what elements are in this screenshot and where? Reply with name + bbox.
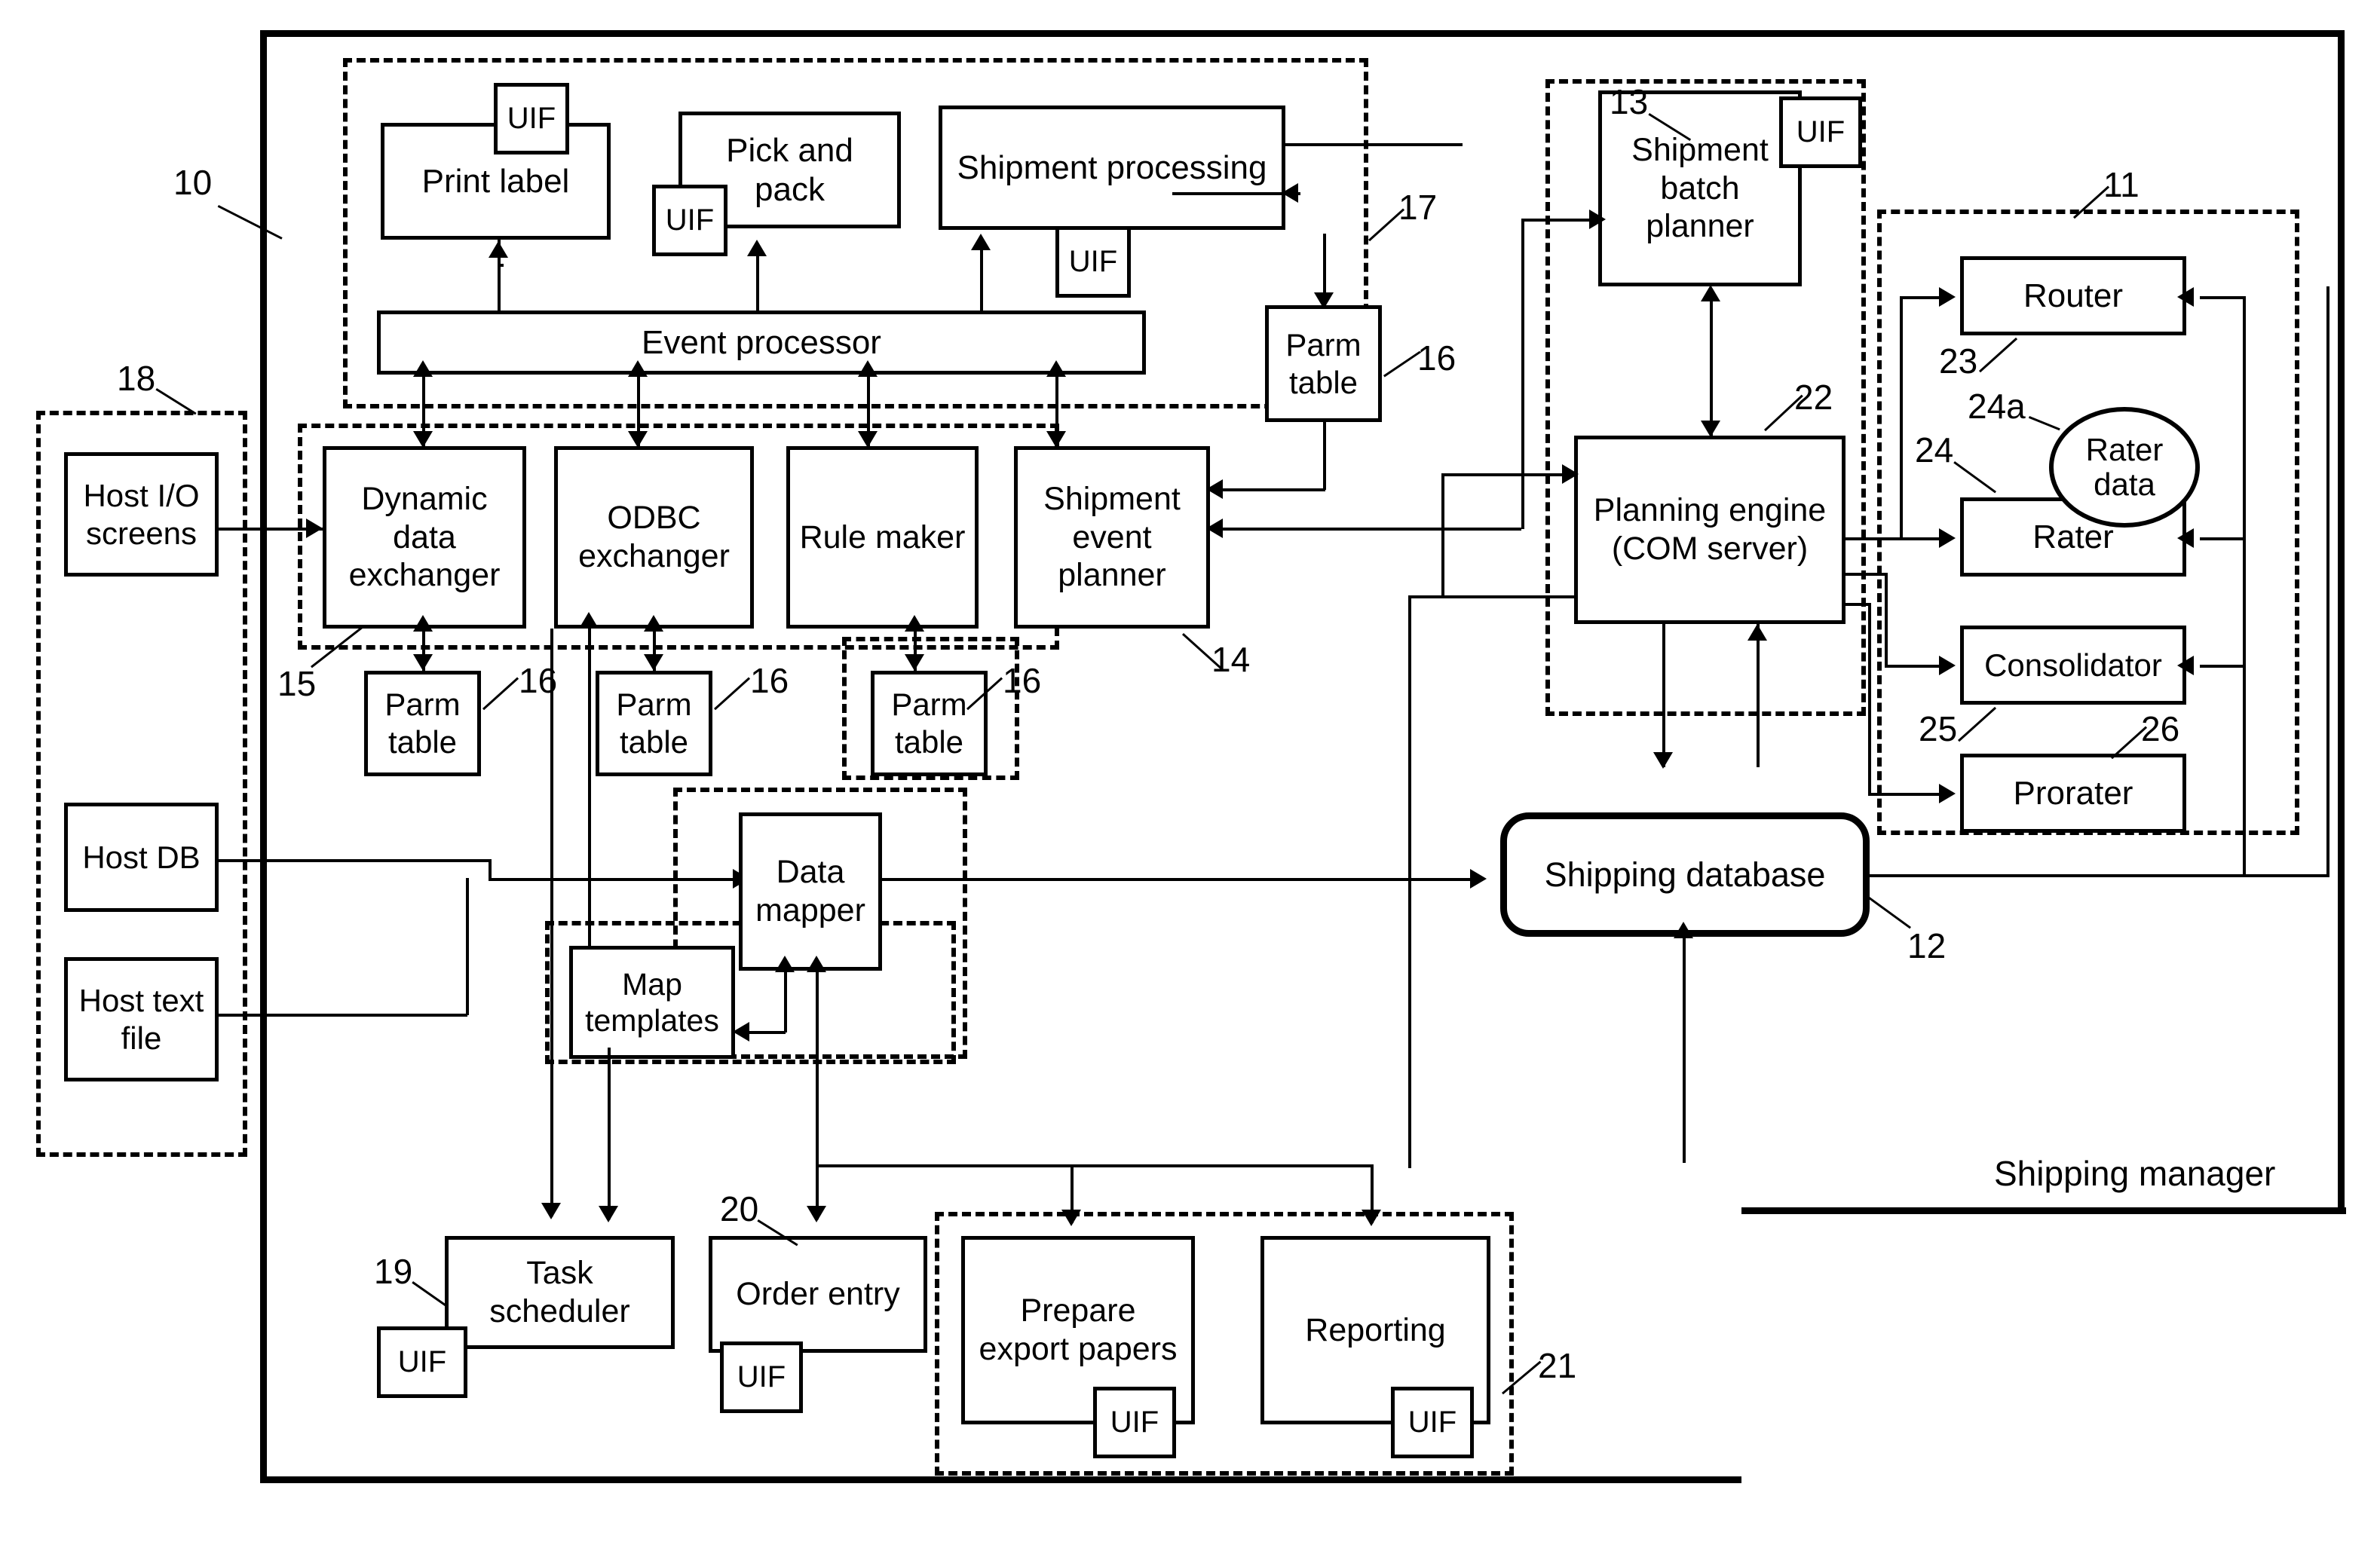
shipping-manager-label: Shipping manager xyxy=(1994,1154,2276,1193)
numeral-16-b: 16 xyxy=(750,661,789,700)
block-host-text-file[interactable]: Host text file xyxy=(64,957,219,1081)
frame-notch-cover xyxy=(1741,1206,2352,1492)
frame-notch-top xyxy=(1741,1207,2346,1214)
leader-18 xyxy=(155,388,197,415)
block-planning-engine[interactable]: Planning engine (COM server) xyxy=(1574,436,1845,624)
block-map-templates[interactable]: Map templates xyxy=(569,946,735,1059)
uif-print-label[interactable]: UIF xyxy=(494,83,569,154)
block-event-processor[interactable]: Event processor xyxy=(377,311,1146,375)
numeral-24a: 24a xyxy=(1968,387,2026,426)
block-rater-data[interactable]: Rater data xyxy=(2049,407,2200,528)
block-shipment-processing[interactable]: Shipment processing xyxy=(939,106,1285,230)
numeral-23: 23 xyxy=(1939,341,1978,381)
block-shipping-database[interactable]: Shipping database xyxy=(1500,812,1870,937)
block-parm-table-3[interactable]: Parm table xyxy=(871,671,988,776)
block-shipment-event-planner[interactable]: Shipment event planner xyxy=(1014,446,1210,629)
block-router[interactable]: Router xyxy=(1960,256,2186,335)
block-order-entry[interactable]: Order entry xyxy=(709,1236,927,1353)
numeral-21: 21 xyxy=(1538,1346,1577,1385)
uif-shipment-batch-planner[interactable]: UIF xyxy=(1779,96,1862,168)
numeral-25: 25 xyxy=(1919,709,1958,748)
numeral-26: 26 xyxy=(2141,709,2180,748)
block-prorater[interactable]: Prorater xyxy=(1960,754,2186,833)
block-parm-table-1[interactable]: Parm table xyxy=(364,671,481,776)
block-dynamic-data-exchanger[interactable]: Dynamic data exchanger xyxy=(323,446,526,629)
numeral-16-c: 16 xyxy=(1003,661,1042,700)
numeral-12: 12 xyxy=(1907,926,1947,965)
frame-notch-right xyxy=(2338,30,2345,1212)
uif-shipment-processing[interactable]: UIF xyxy=(1055,226,1131,298)
numeral-16-d: 16 xyxy=(1417,338,1456,378)
uif-prepare-export-papers[interactable]: UIF xyxy=(1093,1387,1176,1458)
numeral-15: 15 xyxy=(277,664,317,703)
block-odbc-exchanger[interactable]: ODBC exchanger xyxy=(554,446,754,629)
block-parm-table-4[interactable]: Parm table xyxy=(1265,305,1382,422)
numeral-13: 13 xyxy=(1610,82,1649,121)
uif-reporting[interactable]: UIF xyxy=(1391,1387,1474,1458)
block-host-io-screens[interactable]: Host I/O screens xyxy=(64,452,219,577)
numeral-10: 10 xyxy=(173,163,213,202)
block-consolidator[interactable]: Consolidator xyxy=(1960,626,2186,705)
uif-task-scheduler[interactable]: UIF xyxy=(377,1326,467,1398)
block-parm-table-2[interactable]: Parm table xyxy=(596,671,712,776)
numeral-17: 17 xyxy=(1398,188,1438,227)
uif-order-entry[interactable]: UIF xyxy=(720,1341,803,1413)
block-data-mapper[interactable]: Data mapper xyxy=(739,812,882,971)
block-task-scheduler[interactable]: Task scheduler xyxy=(445,1236,675,1349)
numeral-18: 18 xyxy=(117,359,156,398)
numeral-20: 20 xyxy=(720,1189,759,1228)
uif-pick-and-pack[interactable]: UIF xyxy=(652,185,727,256)
block-host-db[interactable]: Host DB xyxy=(64,803,219,912)
figure-canvas: Shipping manager 10 17 Print label UIF P… xyxy=(0,0,2380,1551)
numeral-19: 19 xyxy=(374,1252,413,1291)
block-rule-maker[interactable]: Rule maker xyxy=(786,446,979,629)
numeral-14: 14 xyxy=(1211,640,1251,679)
numeral-24: 24 xyxy=(1915,430,1954,470)
numeral-11: 11 xyxy=(2103,165,2140,204)
